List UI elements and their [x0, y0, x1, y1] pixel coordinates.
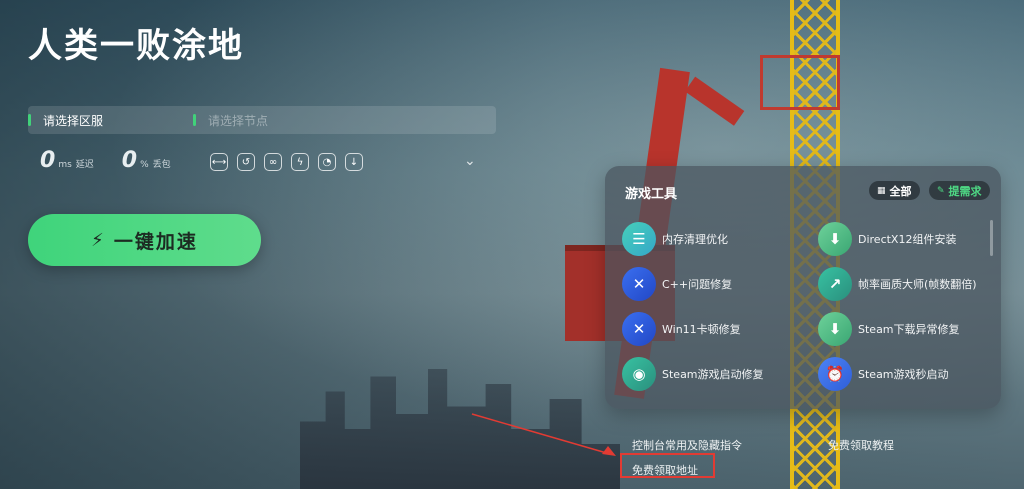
server-selector-row: 请选择区服 请选择节点 [28, 106, 496, 134]
tool-cpp-fix[interactable]: ✕ C++问题修复 [622, 266, 818, 302]
chevron-down-icon[interactable]: ⌄ [464, 153, 476, 169]
steam-icon: ◉ [622, 357, 656, 391]
tool-name: 内存清理优化 [662, 233, 728, 246]
crane-cab [760, 55, 840, 110]
node-select-placeholder: 请选择节点 [208, 113, 269, 128]
tool-list: ☰ 内存清理优化 ⬇ DirectX12组件安装 ✕ C++问题修复 ↗ 帧率画… [622, 221, 992, 392]
boost-icon[interactable]: ϟ [291, 153, 309, 171]
speedometer-icon[interactable]: ◔ [318, 153, 336, 171]
tool-fps-master[interactable]: ↗ 帧率画质大师(帧数翻倍) [818, 266, 992, 302]
quick-tool-icons: ⟷ ↺ ∞ ϟ ◔ ↓ [210, 153, 363, 171]
latency-unit: ms [58, 160, 72, 170]
edit-icon: ✎ [937, 185, 945, 196]
game-title: 人类一败涂地 [28, 26, 244, 66]
packet-loss-stat: 0 % 丢包 [122, 150, 171, 172]
loss-unit: % [140, 160, 149, 170]
tool-win11-lag-fix[interactable]: ✕ Win11卡顿修复 [622, 311, 818, 347]
latency-value: 0 [40, 148, 56, 173]
accelerate-label: 一键加速 [113, 230, 198, 253]
lightning-icon: ⚡ [91, 229, 104, 251]
tool-name: C++问题修复 [662, 278, 733, 291]
link-icon[interactable]: ⟷ [210, 153, 228, 171]
tool-name: DirectX12组件安装 [858, 233, 957, 246]
tool-steam-instant-launch[interactable]: ⏰ Steam游戏秒启动 [818, 356, 992, 392]
all-tools-label: 全部 [889, 184, 912, 198]
annotation-arrow [471, 413, 616, 456]
alarm-clock-icon: ⏰ [818, 357, 852, 391]
tool-name: Steam下载异常修复 [858, 323, 960, 336]
tool-steam-launch-fix[interactable]: ◉ Steam游戏启动修复 [622, 356, 818, 392]
node-select[interactable]: 请选择节点 [193, 106, 268, 134]
wrench-icon: ✕ [622, 312, 656, 346]
request-label: 提需求 [948, 184, 982, 198]
component-install-icon: ⬇ [818, 312, 852, 346]
region-indicator [28, 114, 31, 126]
tool-memory-clean[interactable]: ☰ 内存清理优化 [622, 221, 818, 257]
accelerate-button[interactable]: ⚡ 一键加速 [28, 214, 261, 266]
route-icon[interactable]: ↺ [237, 153, 255, 171]
tool-steam-download-fix[interactable]: ⬇ Steam下载异常修复 [818, 311, 992, 347]
console-commands-link[interactable]: 控制台常用及隐藏指令 [632, 437, 742, 453]
region-select[interactable]: 请选择区服 [28, 106, 103, 134]
wrench-icon: ✕ [622, 267, 656, 301]
loss-label: 丢包 [152, 160, 171, 170]
annotation-highlight-box [620, 453, 715, 478]
latency-label: 延迟 [75, 160, 94, 170]
all-tools-button[interactable]: ▦ 全部 [869, 181, 920, 200]
tool-name: 帧率画质大师(帧数翻倍) [858, 278, 977, 291]
tool-name: Steam游戏秒启动 [858, 368, 949, 381]
latency-stat: 0 ms 延迟 [40, 150, 94, 172]
request-button[interactable]: ✎ 提需求 [929, 181, 990, 200]
game-tools-panel: 游戏工具 ▦ 全部 ✎ 提需求 ☰ 内存清理优化 ⬇ DirectX12组件安装… [605, 166, 1001, 409]
panel-title: 游戏工具 [625, 187, 678, 202]
tool-directx12-install[interactable]: ⬇ DirectX12组件安装 [818, 221, 992, 257]
tool-name: Win11卡顿修复 [662, 323, 741, 336]
loss-value: 0 [121, 148, 138, 173]
region-select-label: 请选择区服 [43, 113, 104, 128]
fps-boost-icon: ↗ [818, 267, 852, 301]
tool-name: Steam游戏启动修复 [662, 368, 764, 381]
node-indicator [193, 114, 196, 126]
network-stats: 0 ms 延迟 0 % 丢包 [40, 150, 171, 172]
memory-clean-icon: ☰ [622, 222, 656, 256]
network-icon[interactable]: ∞ [264, 153, 282, 171]
free-tutorial-link[interactable]: 免费领取教程 [828, 437, 894, 453]
grid-icon: ▦ [877, 185, 886, 196]
component-install-icon: ⬇ [818, 222, 852, 256]
download-icon[interactable]: ↓ [345, 153, 363, 171]
